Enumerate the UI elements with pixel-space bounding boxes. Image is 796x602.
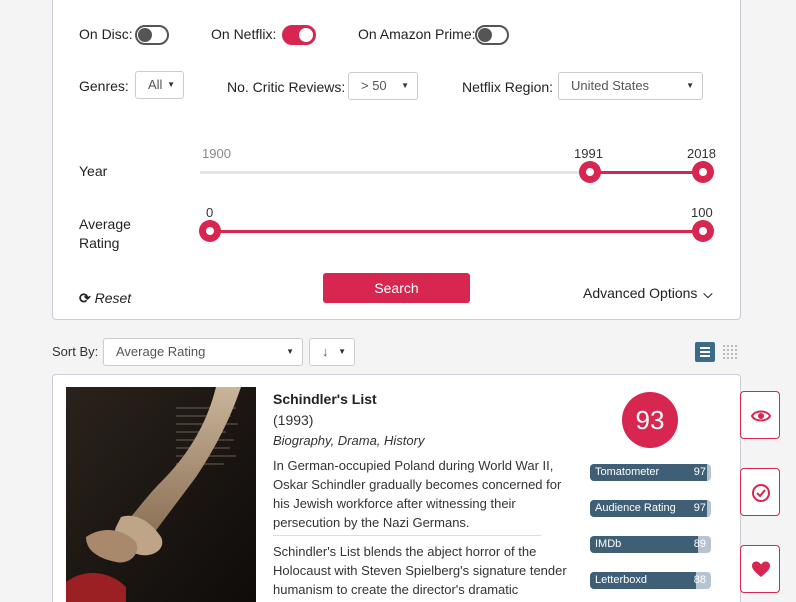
divider bbox=[273, 535, 541, 536]
rating-bar-imdb: IMDb 89 bbox=[590, 536, 711, 553]
average-rating-label-line2: Rating bbox=[79, 235, 120, 251]
grid-view-button[interactable] bbox=[723, 345, 737, 359]
movie-card: Schindler's List (1993) Biography, Drama… bbox=[52, 374, 741, 602]
reset-button[interactable]: ⟳ Reset bbox=[79, 290, 131, 307]
caret-down-icon: ▼ bbox=[167, 80, 175, 89]
rating-source: IMDb bbox=[595, 538, 622, 550]
on-netflix-toggle[interactable] bbox=[282, 25, 316, 45]
rating-high-value: 100 bbox=[691, 205, 713, 220]
rating-value: 97 bbox=[693, 502, 706, 514]
sort-field-select[interactable]: Average Rating ▼ bbox=[103, 338, 303, 366]
eye-icon bbox=[751, 410, 771, 422]
movie-title[interactable]: Schindler's List bbox=[273, 391, 377, 407]
list-view-button[interactable] bbox=[695, 342, 715, 362]
rating-source: Audience Rating bbox=[595, 502, 676, 514]
year-label: Year bbox=[79, 163, 108, 179]
genres-label: Genres: bbox=[79, 78, 129, 94]
rating-min-handle[interactable] bbox=[199, 220, 221, 242]
year-slider-range bbox=[590, 171, 704, 174]
filter-panel: On Disc: On Netflix: On Amazon Prime: Ge… bbox=[52, 0, 741, 320]
critic-reviews-select[interactable]: > 50 ▼ bbox=[348, 72, 418, 100]
rating-max-handle[interactable] bbox=[692, 220, 714, 242]
rating-bar-tomatometer: Tomatometer 97 bbox=[590, 464, 711, 481]
sort-direction-value: ↓ bbox=[322, 344, 329, 359]
year-min-handle[interactable] bbox=[579, 161, 601, 183]
rating-slider-range[interactable] bbox=[210, 230, 704, 233]
movie-synopsis: In German-occupied Poland during World W… bbox=[273, 458, 562, 530]
toggle-knob bbox=[478, 28, 492, 42]
movie-year: (1993) bbox=[273, 412, 314, 428]
genres-value: All bbox=[148, 77, 163, 92]
on-amazon-prime-label: On Amazon Prime: bbox=[358, 26, 476, 42]
netflix-region-label: Netflix Region: bbox=[462, 79, 554, 95]
mark-seen-button[interactable] bbox=[740, 468, 780, 516]
check-circle-icon bbox=[752, 484, 770, 502]
chevron-down-icon: ⌵ bbox=[703, 287, 713, 301]
advanced-options-toggle[interactable]: Advanced Options ⌵ bbox=[583, 285, 713, 302]
refresh-icon: ⟳ bbox=[79, 290, 91, 306]
rating-value: 88 bbox=[693, 574, 706, 586]
sort-direction-select[interactable]: ↓ ▼ bbox=[309, 338, 355, 366]
on-disc-label: On Disc: bbox=[79, 26, 133, 42]
movie-poster[interactable] bbox=[66, 387, 256, 602]
advanced-options-label: Advanced Options bbox=[583, 285, 698, 301]
year-min-tick: 1900 bbox=[202, 146, 231, 161]
heart-icon bbox=[752, 561, 770, 577]
rating-low-value: 0 bbox=[206, 205, 214, 220]
on-disc-toggle[interactable] bbox=[135, 25, 169, 45]
movie-genres: Biography, Drama, History bbox=[273, 433, 425, 448]
caret-down-icon: ▼ bbox=[401, 81, 409, 90]
average-score-badge: 93 bbox=[622, 392, 678, 448]
reset-label: Reset bbox=[94, 290, 132, 306]
critic-reviews-label: No. Critic Reviews: bbox=[227, 79, 346, 95]
rating-value: 97 bbox=[693, 466, 706, 478]
favorite-button[interactable] bbox=[740, 545, 780, 593]
rating-bar-letterboxd: Letterboxd 88 bbox=[590, 572, 711, 589]
search-button[interactable]: Search bbox=[323, 273, 470, 303]
watch-button[interactable] bbox=[740, 391, 780, 439]
year-max-handle[interactable] bbox=[692, 161, 714, 183]
caret-down-icon: ▼ bbox=[686, 81, 694, 90]
netflix-region-select[interactable]: United States ▼ bbox=[558, 72, 703, 100]
average-rating-label-line1: Average bbox=[79, 216, 131, 232]
toggle-knob bbox=[299, 28, 313, 42]
netflix-region-value: United States bbox=[571, 78, 650, 93]
critics-consensus: Schindler's List blends the abject horro… bbox=[273, 544, 567, 597]
critic-reviews-value: > 50 bbox=[361, 78, 387, 93]
sort-by-label: Sort By: bbox=[52, 344, 99, 359]
sort-field-value: Average Rating bbox=[116, 344, 206, 359]
year-low-value: 1991 bbox=[574, 146, 603, 161]
year-high-value: 2018 bbox=[687, 146, 716, 161]
toggle-knob bbox=[138, 28, 152, 42]
on-amazon-prime-toggle[interactable] bbox=[475, 25, 509, 45]
rating-source: Tomatometer bbox=[595, 466, 660, 478]
rating-value: 89 bbox=[693, 538, 706, 550]
genres-select[interactable]: All ▼ bbox=[135, 71, 184, 99]
caret-down-icon: ▼ bbox=[286, 347, 294, 356]
on-netflix-label: On Netflix: bbox=[211, 26, 277, 42]
rating-source: Letterboxd bbox=[595, 574, 647, 586]
caret-down-icon: ▼ bbox=[338, 347, 346, 356]
rating-bar-audience: Audience Rating 97 bbox=[590, 500, 711, 517]
